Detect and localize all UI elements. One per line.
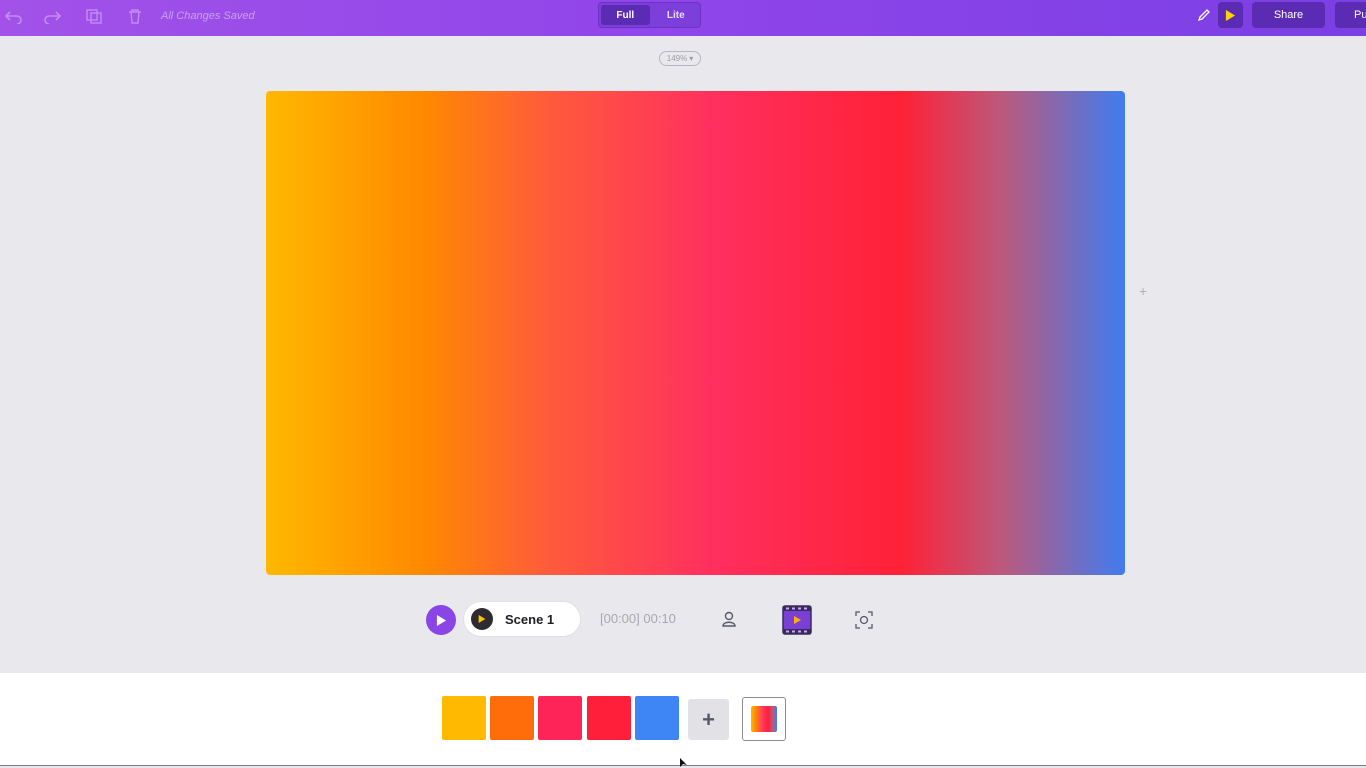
add-color-button[interactable]: + [688,699,729,740]
color-swatch[interactable] [635,696,679,740]
scene-selector[interactable]: Scene 1 [463,601,581,637]
play-icon [1225,9,1236,21]
character-icon[interactable] [720,610,738,628]
zoom-label: 149% [666,54,688,63]
scene-play-button[interactable] [471,608,493,630]
play-icon [436,614,446,626]
undo-icon[interactable] [5,8,23,24]
edit-icon[interactable] [1196,7,1212,23]
timecode: [00:00] 00:10 [600,611,676,626]
top-toolbar: All Changes Saved Full Lite Share Pu [0,0,1366,36]
focus-icon[interactable] [855,611,873,629]
chevron-down-icon: ▾ [689,54,694,63]
mode-toggle: Full Lite [598,2,701,28]
save-status: All Changes Saved [161,10,255,22]
play-all-button[interactable] [426,605,456,635]
share-button[interactable]: Share [1252,2,1325,28]
color-palette-panel [0,673,1366,766]
copy-icon[interactable] [85,8,103,24]
redo-icon[interactable] [43,8,61,24]
add-scene-icon[interactable]: + [1139,283,1147,299]
scene-canvas[interactable] [266,91,1125,575]
publish-button[interactable]: Pu [1335,2,1366,28]
color-swatch[interactable] [442,696,486,740]
delete-icon[interactable] [126,8,144,24]
mode-full-button[interactable]: Full [601,5,650,25]
preview-play-button[interactable] [1218,2,1243,28]
mouse-cursor-icon [680,758,687,767]
video-clip-icon[interactable] [782,605,812,635]
gradient-icon [751,706,777,732]
scene-label: Scene 1 [505,611,555,627]
play-icon [478,615,486,623]
color-swatch[interactable] [587,696,631,740]
mode-lite-button[interactable]: Lite [652,3,701,27]
zoom-dropdown[interactable]: 149% ▾ [659,51,701,66]
gradient-button[interactable] [742,697,786,741]
color-swatch[interactable] [538,696,582,740]
color-swatch[interactable] [490,696,534,740]
